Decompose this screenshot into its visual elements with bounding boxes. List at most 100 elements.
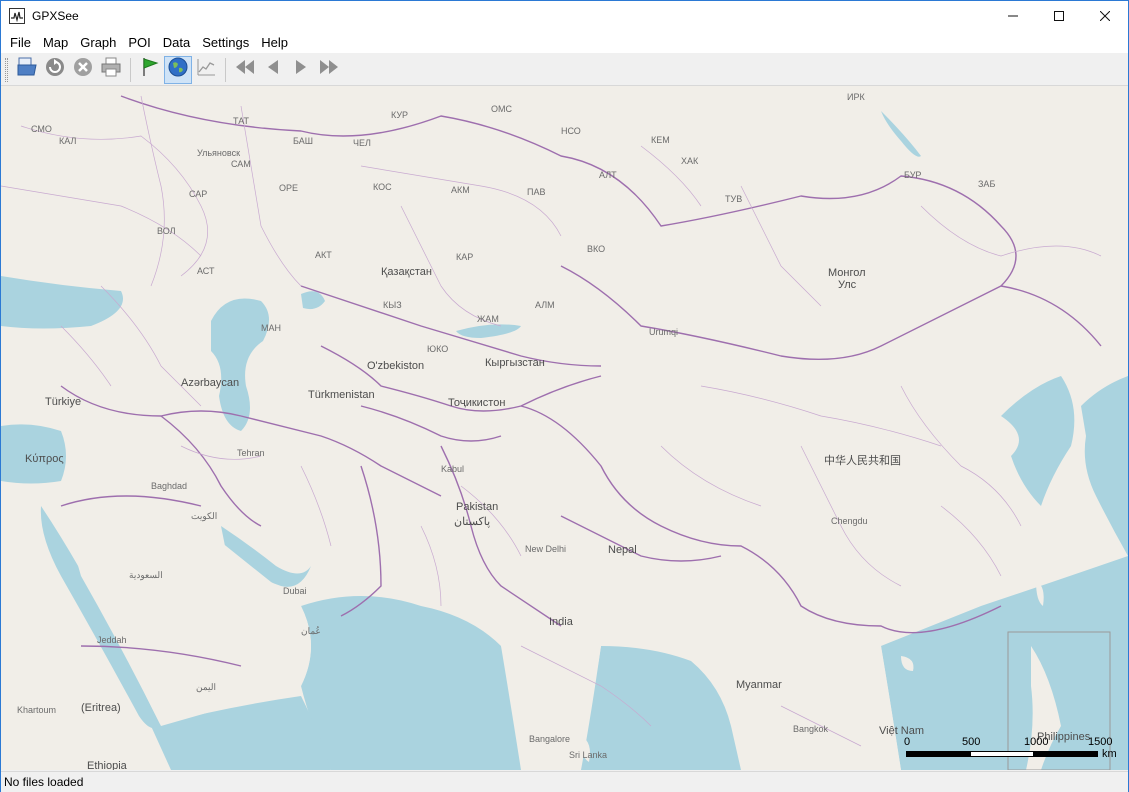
map-label: Ульяновск	[197, 148, 241, 158]
close-window-button[interactable]	[1082, 1, 1128, 31]
map-label: Baghdad	[151, 481, 188, 491]
map-label: Қазақстан	[381, 266, 432, 278]
map-label: КУР	[391, 110, 409, 120]
scale-tick-label: 1000	[1024, 736, 1049, 748]
toolbar	[1, 54, 1128, 86]
last-icon	[318, 56, 340, 83]
show-graphs-button[interactable]	[192, 56, 220, 84]
maximize-button[interactable]	[1036, 1, 1082, 31]
map-label: КАЛ	[59, 136, 77, 146]
gpxsee-app-icon	[9, 8, 25, 24]
map-label: Urumqi	[649, 327, 679, 337]
menu-data[interactable]: Data	[157, 35, 196, 50]
map-label: ЧЕЛ	[353, 138, 371, 148]
map-label: Jeddah	[97, 635, 127, 645]
map-label: India	[549, 616, 573, 628]
map-label: ЖАМ	[477, 314, 499, 324]
first-file-button[interactable]	[231, 56, 259, 84]
scale-segment	[970, 751, 1034, 757]
scale-tick-label: 0	[904, 736, 911, 748]
menu-help[interactable]: Help	[255, 35, 294, 50]
map-label: Türkmenistan	[308, 389, 375, 401]
map-label: БУР	[904, 170, 922, 180]
map-label: Nepal	[608, 544, 637, 556]
map-label: Dubai	[283, 586, 307, 596]
map-label: الكويت	[191, 511, 218, 521]
map-label: Kabul	[441, 464, 465, 474]
scale-tick-label: 500	[962, 736, 981, 748]
map-label: ИРК	[847, 92, 865, 102]
map-label: پاکستان	[454, 516, 491, 528]
menu-poi[interactable]: POI	[122, 35, 156, 50]
map-label: ТУВ	[725, 194, 743, 204]
map-label: ТАТ	[233, 116, 249, 126]
menu-file[interactable]: File	[4, 35, 37, 50]
map-view[interactable]: Қазақстан Монгол Улс O'zbekiston Кыргызс…	[1, 86, 1128, 770]
menu-map[interactable]: Map	[37, 35, 74, 50]
map-label: АСТ	[197, 266, 215, 276]
print-button[interactable]	[97, 56, 125, 84]
window-title: GPXSee	[32, 9, 79, 23]
toolbar-grip[interactable]	[5, 57, 8, 82]
status-bar: No files loaded	[1, 771, 1128, 792]
map-label: АЛМ	[535, 300, 555, 310]
map-label: КАР	[456, 252, 474, 262]
map-label: ВКО	[587, 244, 606, 254]
map-label: АКТ	[315, 250, 332, 260]
reload-icon	[44, 56, 66, 83]
toolbar-separator	[130, 57, 131, 82]
menu-graph[interactable]: Graph	[74, 35, 122, 50]
title-bar: GPXSee	[1, 1, 1128, 31]
next-file-button[interactable]	[287, 56, 315, 84]
map-label: Khartoum	[17, 705, 57, 715]
poi-flag-icon	[139, 56, 161, 83]
show-poi-button[interactable]	[136, 56, 164, 84]
map-label: اليمن	[196, 682, 217, 692]
map-label: New Delhi	[525, 544, 567, 554]
map-label: السعودية	[129, 570, 163, 580]
map-label: Bangkok	[793, 724, 829, 734]
map-label: АКМ	[451, 185, 470, 195]
status-text: No files loaded	[4, 775, 84, 789]
app-window: GPXSee File Map Graph POI Data Settings …	[0, 0, 1129, 792]
map-label: O'zbekiston	[367, 360, 425, 372]
map-label: ХАК	[681, 156, 699, 166]
minimize-button[interactable]	[990, 1, 1036, 31]
previous-file-button[interactable]	[259, 56, 287, 84]
show-map-button[interactable]	[164, 55, 192, 84]
map-label: Ethiopia	[87, 760, 127, 770]
map-label: Bangalore	[529, 734, 571, 744]
map-label: КЕМ	[651, 135, 670, 145]
scale-segment	[1034, 751, 1098, 757]
map-label: САР	[189, 189, 208, 199]
map-label: Tehran	[237, 448, 265, 458]
map-label: Chengdu	[831, 516, 868, 526]
map-label: Pakistan	[456, 501, 499, 513]
map-label: Myanmar	[736, 679, 782, 691]
scale-unit: km	[1102, 748, 1117, 760]
map-globe-icon	[167, 56, 189, 83]
map-label: Sri Lanka	[569, 750, 608, 760]
map-label: Монгол	[828, 267, 866, 279]
map-label: ЗАБ	[978, 179, 996, 189]
map-label: КОС	[373, 182, 392, 192]
map-scale-bar: 0 500 1000 1500 km	[904, 736, 1117, 766]
map-label: ОРЕ	[279, 183, 299, 193]
open-file-button[interactable]	[13, 56, 41, 84]
close-file-button[interactable]	[69, 56, 97, 84]
reload-button[interactable]	[41, 56, 69, 84]
map-label: МАН	[261, 323, 281, 333]
map-label: (Eritrea)	[81, 702, 121, 714]
map-label: ОМС	[491, 104, 512, 114]
map-label: عُمان	[301, 626, 321, 636]
menu-settings[interactable]: Settings	[196, 35, 255, 50]
first-icon	[234, 56, 256, 83]
map-label: Тоҷикистон	[448, 397, 506, 409]
map-label: Κύπρος	[25, 453, 64, 465]
map-label: КЫЗ	[383, 300, 402, 310]
map-label: Türkiye	[45, 396, 82, 408]
last-file-button[interactable]	[315, 56, 343, 84]
scale-segment	[906, 751, 970, 757]
open-icon	[16, 56, 38, 83]
map-canvas	[1, 86, 1128, 770]
